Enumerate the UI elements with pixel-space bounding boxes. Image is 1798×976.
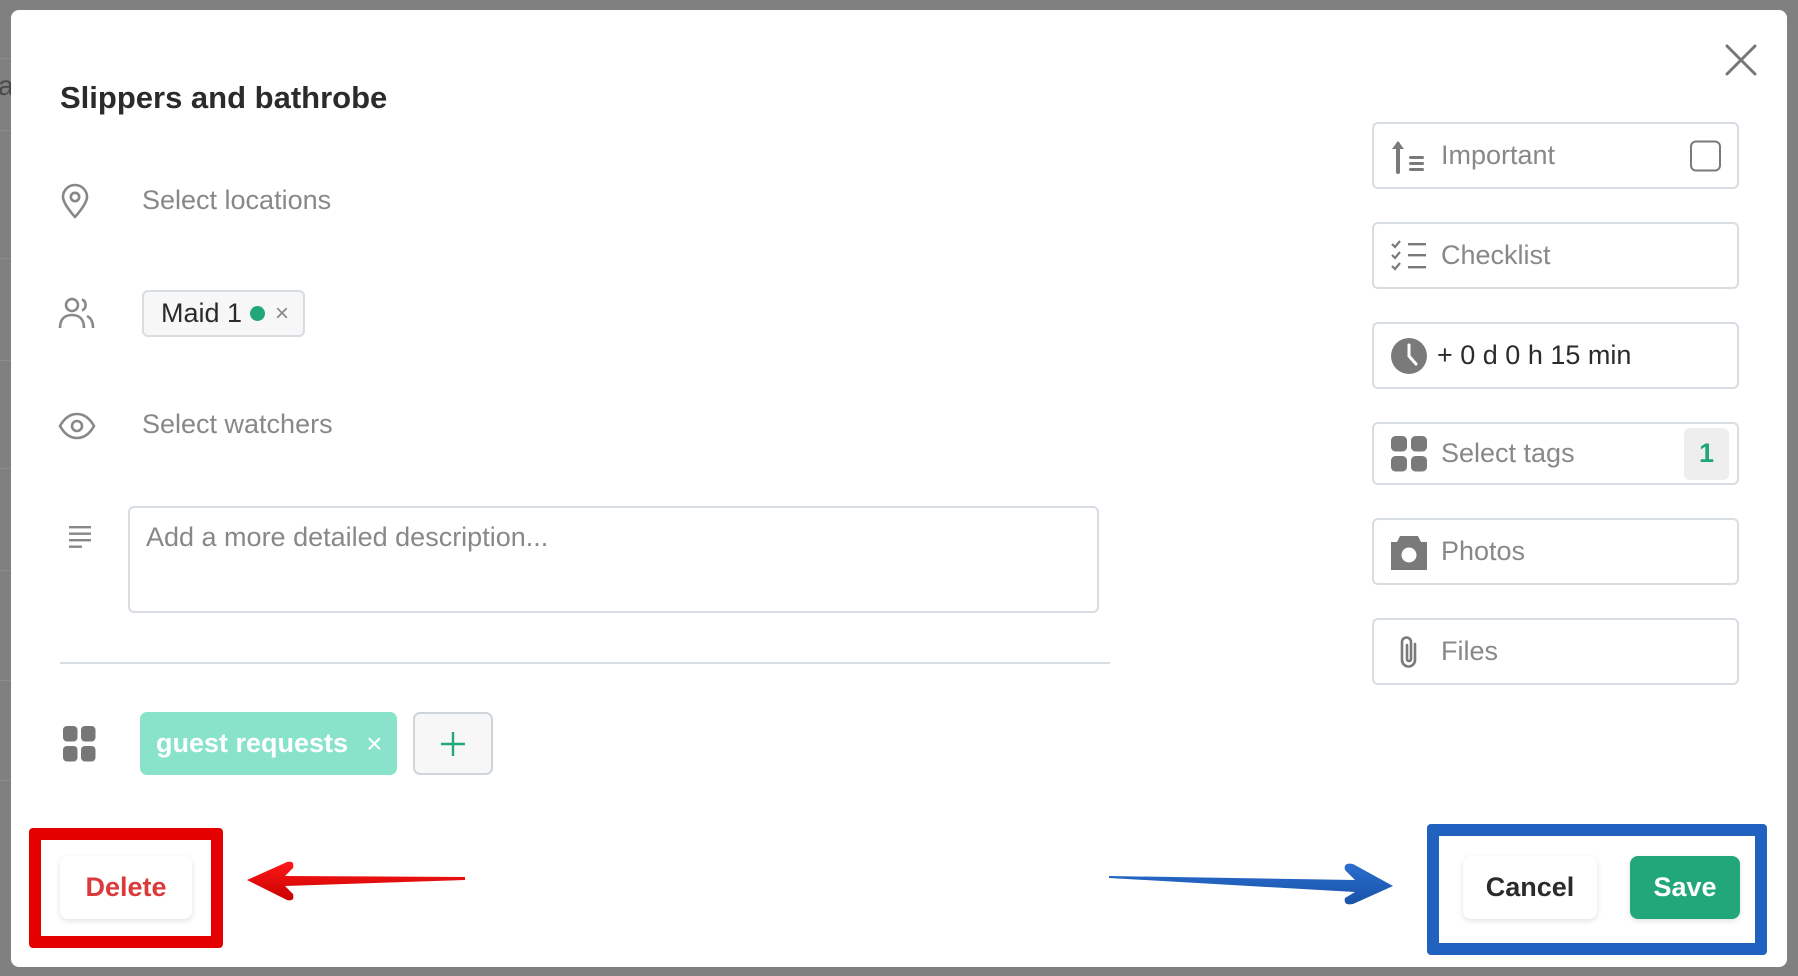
remove-tag-icon[interactable]: × — [366, 728, 382, 760]
tag-chip[interactable]: guest requests × — [140, 712, 397, 775]
blue-arrow-annotation — [1109, 863, 1393, 905]
assignee-chip[interactable]: Maid 1 × — [142, 290, 305, 337]
select-tags-label: Select tags — [1441, 438, 1575, 468]
duration-button[interactable]: + 0 d 0 h 15 min — [1372, 322, 1739, 389]
section-divider — [60, 662, 1110, 664]
photos-button[interactable]: Photos — [1372, 518, 1739, 585]
checklist-icon — [1391, 239, 1426, 271]
checklist-button[interactable]: Checklist — [1372, 222, 1739, 289]
watchers-select[interactable]: Select watchers — [142, 409, 333, 440]
tag-label: guest requests — [156, 728, 349, 758]
assignee-name: Maid 1 — [161, 298, 243, 328]
location-pin-icon — [61, 183, 89, 219]
description-input[interactable] — [128, 506, 1099, 613]
online-status-dot — [250, 306, 266, 321]
close-button[interactable] — [1721, 40, 1761, 80]
close-icon — [1725, 44, 1757, 76]
important-toggle[interactable]: Important — [1372, 122, 1739, 189]
tags-grid-icon — [63, 726, 96, 762]
plus-icon — [441, 731, 465, 756]
checklist-label: Checklist — [1441, 240, 1551, 270]
locations-select[interactable]: Select locations — [142, 185, 331, 216]
photos-label: Photos — [1441, 536, 1526, 566]
red-arrow-annotation — [247, 861, 465, 901]
remove-assignee-icon[interactable]: × — [275, 300, 289, 328]
priority-up-icon — [1392, 140, 1424, 174]
select-tags-button[interactable]: Select tags 1 — [1372, 422, 1739, 485]
task-modal: Slippers and bathrobe Select locations M… — [11, 10, 1787, 967]
duration-value: + 0 d 0 h 15 min — [1437, 340, 1632, 370]
users-icon — [58, 297, 95, 329]
important-label: Important — [1441, 140, 1556, 170]
save-cancel-highlight-box — [1427, 824, 1767, 955]
add-tag-button[interactable] — [413, 712, 493, 775]
description-lines-icon — [69, 526, 91, 548]
eye-icon — [58, 412, 96, 440]
camera-icon — [1391, 535, 1427, 570]
tags-grid-icon — [1390, 435, 1427, 471]
clock-icon — [1391, 337, 1427, 374]
files-button[interactable]: Files — [1372, 618, 1739, 685]
delete-highlight-box — [29, 828, 223, 948]
tags-count-badge: 1 — [1684, 427, 1729, 480]
files-label: Files — [1441, 636, 1499, 666]
paperclip-icon — [1400, 635, 1417, 668]
task-title[interactable]: Slippers and bathrobe — [60, 80, 387, 116]
important-checkbox[interactable] — [1690, 140, 1721, 171]
